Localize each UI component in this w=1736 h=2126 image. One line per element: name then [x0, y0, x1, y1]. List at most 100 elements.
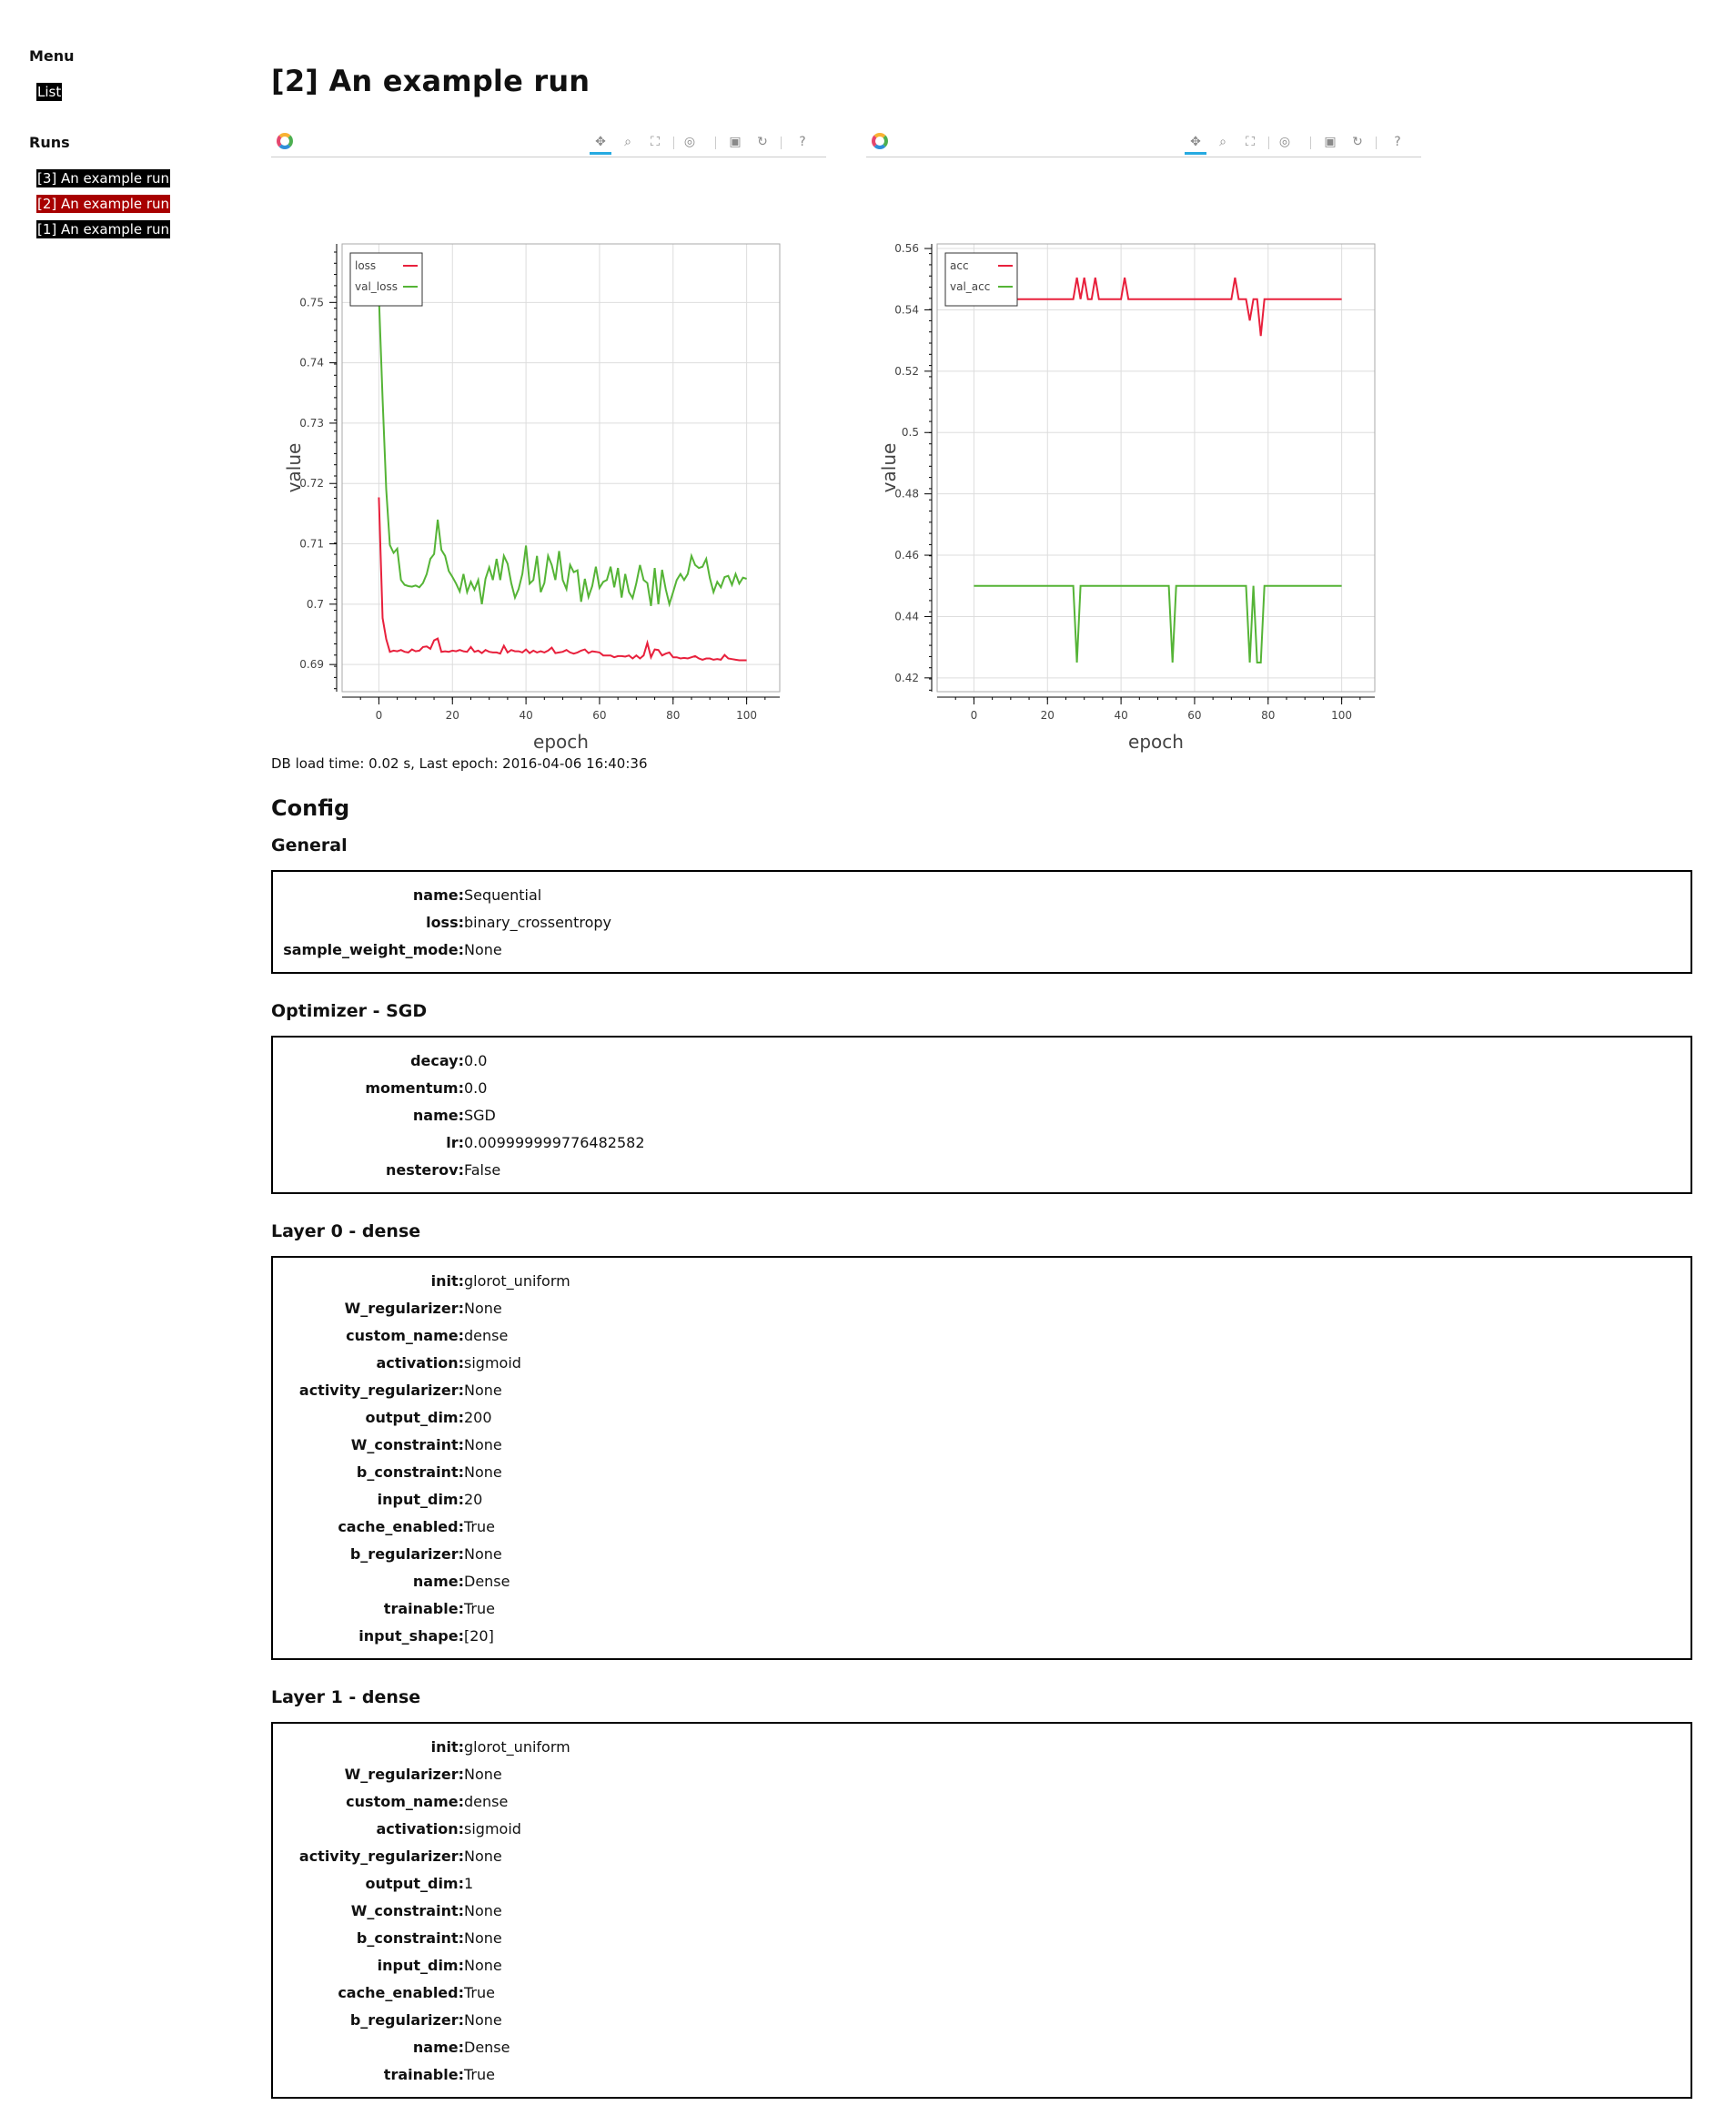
config-key: output_dim: — [365, 1875, 464, 1892]
config-key: input_dim: — [377, 1491, 464, 1508]
config-row: output_dim: 200 — [273, 1404, 1691, 1432]
config-section-title: General — [271, 835, 348, 855]
y-tick-label: 0.44 — [894, 610, 919, 623]
config-row: name: SGD — [273, 1102, 1691, 1129]
run-link-2[interactable]: [2] An example run — [36, 195, 171, 213]
y-tick-label: 0.56 — [894, 242, 919, 255]
config-key: custom_name: — [346, 1327, 464, 1344]
box-zoom-icon[interactable]: ⌕ — [617, 132, 639, 152]
acc-plot: ✥ ⌕ ⛶ ◎ ▣ ↻? 0.42 0.44 0.46 0.48 0.5 0.52 0.54 0.56 0… — [866, 124, 1430, 761]
config-key: name: — [412, 1107, 464, 1124]
run-link-1[interactable]: [1] An example run — [36, 220, 171, 238]
config-row: b_regularizer: None — [273, 2007, 1691, 2034]
config-value: dense — [464, 1327, 509, 1344]
config-value: Sequential — [464, 886, 542, 904]
box-zoom-icon[interactable]: ⌕ — [1212, 132, 1234, 152]
config-value: None — [464, 1436, 502, 1453]
bokeh-logo-icon[interactable] — [277, 133, 293, 149]
acc-chart[interactable]: 0.420.440.460.480.50.520.540.560 20 40 60 80… — [866, 178, 1430, 761]
reset-icon[interactable]: ↻ — [1347, 132, 1368, 152]
config-key: output_dim: — [365, 1409, 464, 1426]
pan-icon[interactable]: ✥ — [1185, 132, 1206, 155]
config-value: True — [464, 1518, 495, 1535]
loss-plot: ✥ ⌕ ⛶ ◎ ▣ ↻? 0.69 0.7 0.71 0.72 0.73 0.74 0.75 0 20 40… — [271, 124, 835, 761]
config-row: name: Dense — [273, 2034, 1691, 2061]
config-value: Dense — [464, 2039, 510, 2056]
config-value: True — [464, 1600, 495, 1617]
legend-label: val_loss — [355, 280, 398, 293]
config-row: nesterov: False — [273, 1157, 1691, 1184]
config-key: loss: — [426, 914, 464, 931]
y-axis-label: value — [283, 443, 305, 493]
save-icon[interactable]: ▣ — [1319, 132, 1341, 152]
config-value: None — [464, 1382, 502, 1399]
page-title: [2] An example run — [271, 64, 590, 98]
series-line-acc — [974, 277, 1342, 337]
config-key: decay: — [410, 1052, 464, 1069]
y-tick-label: 0.42 — [894, 672, 919, 684]
config-value: None — [464, 1766, 502, 1783]
plot-toolbar: ✥ ⌕ ⛶ ◎ ▣ ↻? — [866, 129, 1421, 157]
config-key: b_regularizer: — [349, 1545, 464, 1563]
config-row: init: glorot_uniform — [273, 1268, 1691, 1295]
config-key: activity_regularizer: — [298, 1382, 464, 1399]
plot-frame — [341, 243, 781, 693]
config-table: name: Sequential loss: binary_crossentropy s… — [271, 870, 1692, 974]
config-value: None — [464, 1300, 502, 1317]
config-row: b_constraint: None — [273, 1925, 1691, 1952]
y-axis-label: value — [878, 443, 900, 493]
help-icon[interactable]: ? — [792, 132, 813, 152]
pan-icon[interactable]: ✥ — [590, 132, 611, 155]
config-row: W_constraint: None — [273, 1898, 1691, 1925]
config-table: init: glorot_uniform W_regularizer: None cus… — [271, 1722, 1692, 2099]
y-tick-label: 0.46 — [894, 549, 919, 562]
config-table: decay: 0.0 momentum: 0.0 name: SGD lr: 0.009999… — [271, 1036, 1692, 1194]
config-value: True — [464, 1984, 495, 2001]
config-key: name: — [412, 1573, 464, 1590]
legend: acc val_acc — [944, 252, 1018, 307]
y-tick-label: 0.71 — [299, 538, 324, 551]
resize-icon[interactable]: ⛶ — [1239, 132, 1261, 152]
config-row: cache_enabled: True — [273, 1979, 1691, 2007]
series-line-val-acc — [974, 584, 1342, 663]
config-row: activity_regularizer: None — [273, 1843, 1691, 1870]
save-icon[interactable]: ▣ — [724, 132, 746, 152]
config-row: decay: 0.0 — [273, 1048, 1691, 1075]
config-row: activation: sigmoid — [273, 1816, 1691, 1843]
config-key: W_regularizer: — [344, 1766, 464, 1783]
config-key: init: — [430, 1272, 464, 1290]
config-row: b_constraint: None — [273, 1459, 1691, 1486]
config-row: init: glorot_uniform — [273, 1734, 1691, 1761]
resize-icon[interactable]: ⛶ — [644, 132, 666, 152]
config-key: b_constraint: — [356, 1463, 464, 1481]
y-tick-label: 0.69 — [299, 658, 324, 671]
config-key: input_dim: — [377, 1957, 464, 1974]
config-row: activation: sigmoid — [273, 1350, 1691, 1377]
config-heading: Config — [271, 795, 350, 821]
menu-item-list[interactable]: List — [36, 83, 63, 101]
legend-label: val_acc — [950, 280, 990, 293]
bokeh-logo-icon[interactable] — [872, 133, 888, 149]
config-value: 20 — [464, 1491, 483, 1508]
config-row: loss: binary_crossentropy — [273, 909, 1691, 936]
reset-icon[interactable]: ↻ — [752, 132, 773, 152]
config-value: 1 — [464, 1875, 474, 1892]
config-value: None — [464, 1929, 502, 1947]
y-tick-label: 0.5 — [902, 426, 919, 439]
wheel-zoom-icon[interactable]: ◎ — [1274, 132, 1296, 152]
runs-list: [3] An example run [2] An example run [1… — [29, 169, 229, 246]
x-tick-label: 0 — [376, 709, 383, 722]
config-value: None — [464, 1957, 502, 1974]
loss-chart[interactable]: 0.690.70.710.720.730.740.750 20 40 60 80 100e… — [271, 178, 835, 761]
run-link-3[interactable]: [3] An example run — [36, 169, 171, 187]
wheel-zoom-icon[interactable]: ◎ — [679, 132, 701, 152]
plot-toolbar: ✥ ⌕ ⛶ ◎ ▣ ↻? — [271, 129, 826, 157]
x-tick-label: 0 — [971, 709, 978, 722]
config-row: W_constraint: None — [273, 1432, 1691, 1459]
config-value: 0.0 — [464, 1079, 488, 1097]
config-row: output_dim: 1 — [273, 1870, 1691, 1898]
help-icon[interactable]: ? — [1387, 132, 1408, 152]
series-line-val-loss — [378, 295, 747, 608]
config-row: trainable: True — [273, 2061, 1691, 2089]
config-value: True — [464, 2066, 495, 2083]
